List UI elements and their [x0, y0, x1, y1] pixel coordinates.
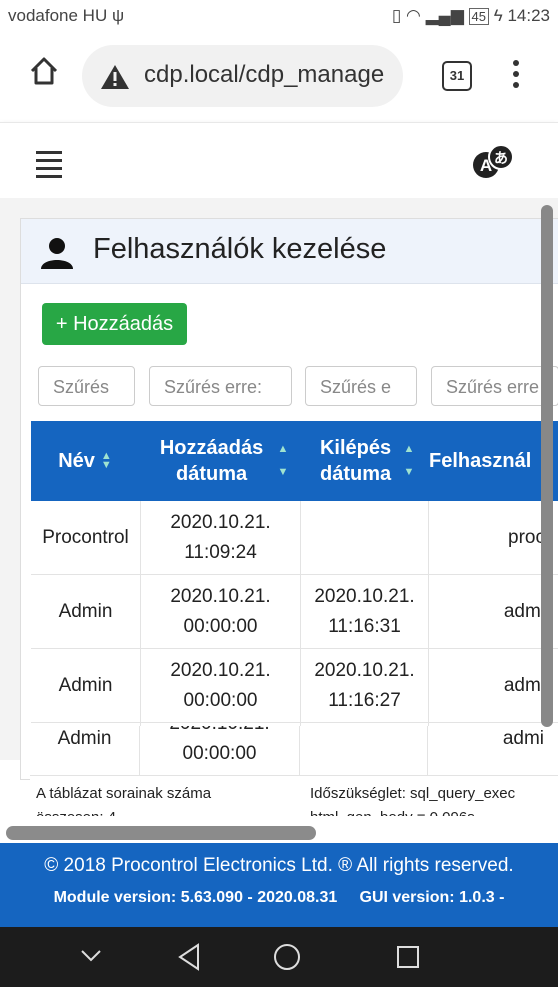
status-time: 14:23 [507, 6, 550, 25]
cell-user: proc [508, 526, 545, 548]
url-text: cdp.local/cdp_manage [144, 61, 385, 88]
signal-icon: ▂▄▆ [425, 6, 464, 25]
carrier-name: vodafone HU ψ [8, 6, 125, 25]
address-bar[interactable]: cdp.local/cdp_manage [82, 45, 403, 107]
charging-icon: ϟ [493, 6, 503, 25]
vibrate-icon: ▯ [391, 6, 402, 25]
chevron-down-icon[interactable] [80, 949, 102, 963]
filter-added-input[interactable]: Szűrés erre: [149, 366, 292, 406]
warning-icon[interactable] [100, 63, 130, 91]
cell-added: 2020.10.21. 00:00:00 [141, 575, 301, 648]
main-content: Felhasználók kezelése + Hozzáadás Szűrés… [0, 198, 558, 780]
version-text: Module version: 5.63.090 - 2020.08.31 GU… [53, 889, 505, 906]
cell-added: 2020.10.21. 00:00:00 [141, 649, 301, 722]
add-button[interactable]: + Hozzáadás [42, 303, 187, 345]
column-header-left[interactable]: Kilépés dátuma ▲ ▼ [301, 421, 427, 501]
filter-user-input[interactable]: Szűrés erre [431, 366, 558, 406]
page-title: Felhasználók kezelése [93, 233, 387, 265]
user-icon [41, 238, 73, 269]
usb-icon: ψ [111, 6, 125, 25]
cell-left: 2020.10.21. 11:16:27 [301, 649, 429, 722]
sort-icon[interactable]: ▲ ▼ [101, 451, 112, 471]
site-footer: © 2018 Procontrol Electronics Ltd. ® All… [0, 843, 558, 927]
column-header-name[interactable]: Név ▲ ▼ [31, 421, 139, 501]
cell-name: Admin [31, 649, 141, 722]
hamburger-menu-icon[interactable] [36, 151, 62, 178]
cell-user: admi [503, 600, 545, 622]
language-icon[interactable]: A あ [470, 143, 518, 181]
back-icon[interactable] [176, 942, 202, 972]
cell-left: 2020.10.21. 11:16:31 [301, 575, 429, 648]
status-icons: ▯ ◠ ▂▄▆ 45 ϟ 14:23 [392, 6, 550, 26]
filter-left-input[interactable]: Szűrés e [305, 366, 417, 406]
browser-menu-icon[interactable] [512, 60, 520, 90]
table-row[interactable]: Admin 2020.10.21. 00:00:00 2020.10.21. 1… [31, 649, 558, 723]
battery-icon: 45 [468, 8, 489, 25]
column-header-user[interactable]: Felhasznál [429, 421, 558, 501]
horizontal-scrollbar[interactable] [6, 826, 316, 840]
cell-name: Admin [31, 575, 141, 648]
cell-left [300, 726, 428, 775]
svg-text:あ: あ [494, 151, 508, 167]
site-header: A あ [0, 122, 558, 199]
cell-added: 2020.10.21. 00:00:00 [140, 726, 300, 775]
table-row[interactable]: Procontrol 2020.10.21. 11:09:24 proc [31, 501, 558, 575]
sort-icon[interactable]: ▲ ▼ [404, 444, 415, 478]
browser-toolbar: cdp.local/cdp_manage 31 [0, 32, 558, 122]
home-icon[interactable] [28, 55, 60, 87]
cell-left [301, 501, 429, 574]
status-bar: vodafone HU ψ ▯ ◠ ▂▄▆ 45 ϟ 14:23 [0, 0, 558, 32]
copyright-text: © 2018 Procontrol Electronics Ltd. ® All… [44, 855, 514, 876]
cell-user: admi [503, 674, 545, 696]
cell-name: Admin [30, 726, 140, 775]
timing-text: Időszükséglet: sql_query_exec html_gen_b… [310, 785, 516, 816]
users-card: Felhasználók kezelése + Hozzáadás Szűrés… [20, 218, 558, 780]
vertical-scrollbar[interactable] [541, 205, 553, 727]
card-header: Felhasználók kezelése [21, 219, 558, 284]
table-tail: Admin 2020.10.21. 00:00:00 admi A tábláz… [30, 726, 558, 816]
table-header: Név ▲ ▼ Hozzáadás dátuma ▲ ▼ Kilépés dátum… [31, 421, 558, 501]
tab-switcher-button[interactable]: 31 [442, 61, 472, 91]
sort-icon[interactable]: ▲ ▼ [278, 444, 289, 478]
table-row[interactable]: Admin 2020.10.21. 00:00:00 2020.10.21. 1… [31, 575, 558, 649]
row-count-text: A táblázat sorainak száma összesen: 4 [36, 785, 212, 816]
home-circle-icon[interactable] [272, 942, 302, 972]
recents-icon[interactable] [395, 944, 421, 970]
system-navigation-bar [0, 927, 558, 987]
cell-name: Procontrol [31, 501, 141, 574]
filter-name-input[interactable]: Szűrés [38, 366, 135, 406]
cell-added: 2020.10.21. 11:09:24 [141, 501, 301, 574]
column-header-added[interactable]: Hozzáadás dátuma ▲ ▼ [141, 421, 299, 501]
wifi-icon: ◠ [406, 6, 421, 25]
cell-user: admi [502, 727, 544, 749]
